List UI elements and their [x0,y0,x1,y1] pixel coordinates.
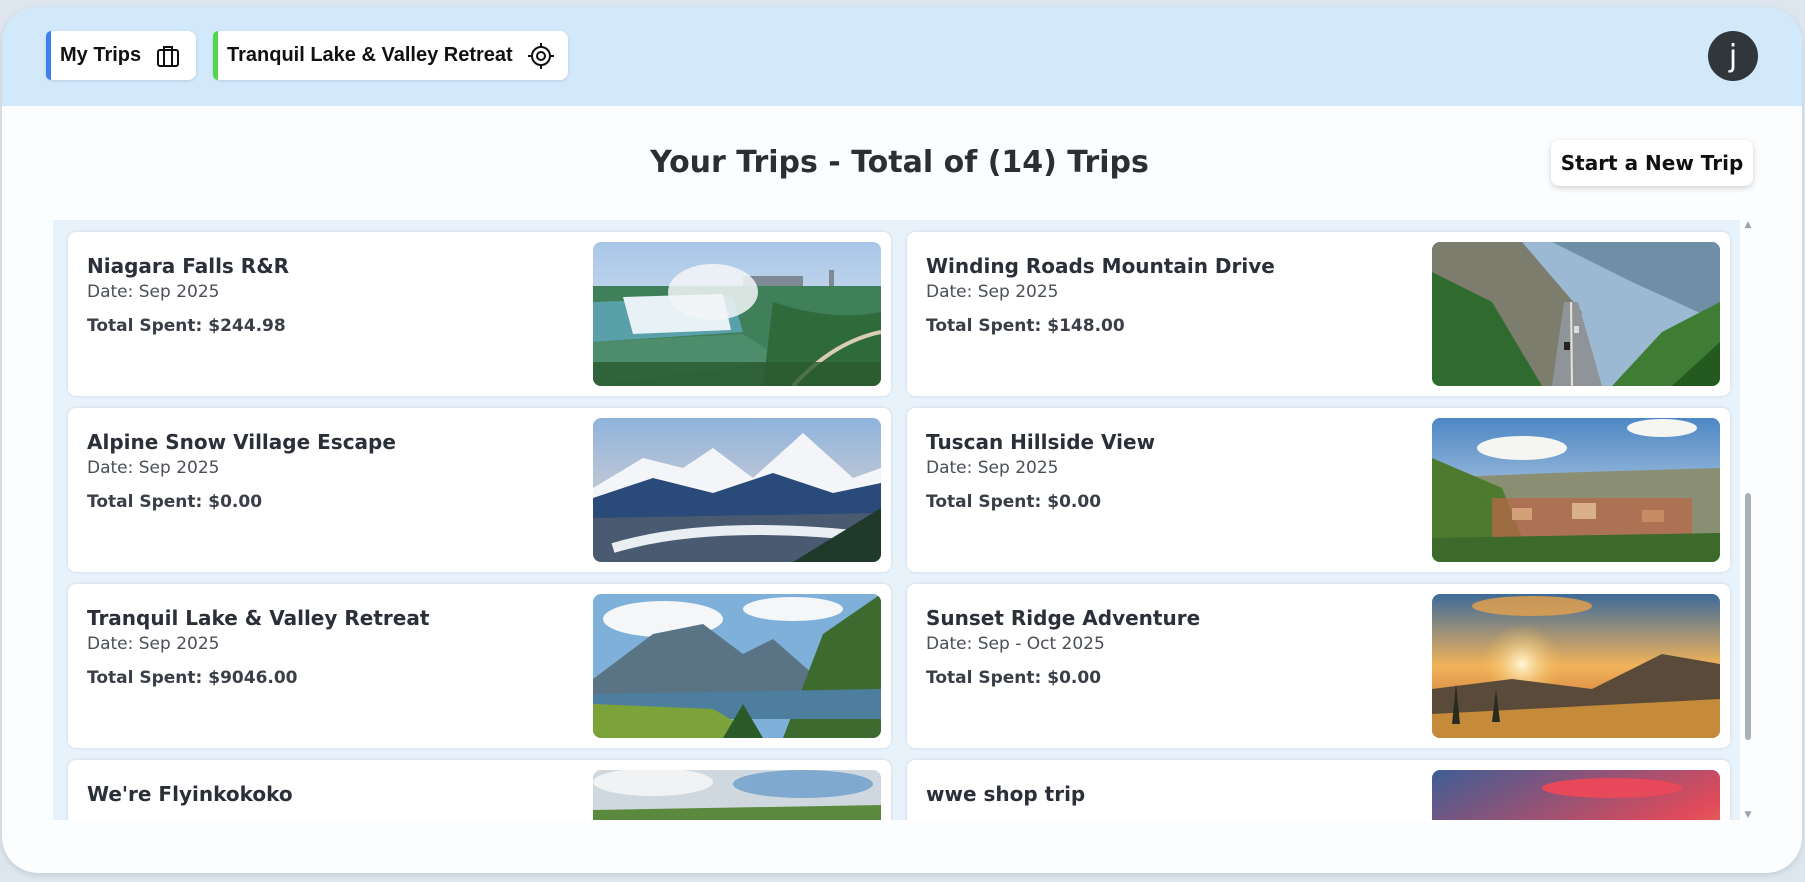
user-avatar[interactable]: j [1708,31,1758,81]
trip-card[interactable]: Tranquil Lake & Valley Retreat Date: Sep… [68,584,891,748]
tab-label: My Trips [60,44,142,66]
trip-total-spent: Total Spent: $0.00 [926,668,1102,688]
trip-card[interactable]: Alpine Snow Village Escape Date: Sep 202… [68,408,891,572]
trip-total-spent: Total Spent: $148.00 [926,316,1125,336]
tab-accent [213,31,218,80]
app-window: My Trips Tranquil Lake & Valley Retreat [2,7,1802,873]
tab-label: Tranquil Lake & Valley Retreat [227,44,513,66]
trip-card[interactable]: Tuscan Hillside View Date: Sep 2025 Tota… [907,408,1730,572]
alpine-village-photo [593,418,881,562]
trip-title: Niagara Falls R&R [87,254,290,278]
mountain-road-photo [1432,242,1720,386]
tab-accent [46,31,51,80]
trip-title: Alpine Snow Village Escape [87,430,396,454]
scroll-up-arrow-icon[interactable]: ▲ [1742,220,1754,230]
trip-title: Winding Roads Mountain Drive [926,254,1275,278]
trip-title: Tranquil Lake & Valley Retreat [87,606,430,630]
pink-sky-photo [1432,770,1720,820]
target-icon [527,42,555,70]
cloudy-hills-photo [593,770,881,820]
scroll-down-arrow-icon[interactable]: ▼ [1742,810,1754,820]
top-bar: My Trips Tranquil Lake & Valley Retreat [2,7,1802,106]
lake-valley-photo [593,594,881,738]
trip-list[interactable]: Niagara Falls R&R Date: Sep 2025 Total S… [53,220,1740,820]
trip-card[interactable]: We're Flyinkokoko [68,760,891,820]
trip-date: Date: Sep 2025 [87,282,220,302]
start-new-trip-button[interactable]: Start a New Trip [1551,140,1753,186]
trip-date: Date: Sep 2025 [926,282,1059,302]
trip-total-spent: Total Spent: $9046.00 [87,668,298,688]
tab-my-trips[interactable]: My Trips [46,31,196,80]
trip-card[interactable]: Sunset Ridge Adventure Date: Sep - Oct 2… [907,584,1730,748]
trip-date: Date: Sep 2025 [87,458,220,478]
trip-date: Date: Sep 2025 [87,634,220,654]
trip-date: Date: Sep 2025 [926,458,1059,478]
trip-date: Date: Sep - Oct 2025 [926,634,1105,654]
trip-title: Tuscan Hillside View [926,430,1156,454]
trip-card[interactable]: wwe shop trip [907,760,1730,820]
briefcase-icon [155,43,181,69]
tuscan-town-photo [1432,418,1720,562]
trip-total-spent: Total Spent: $244.98 [87,316,286,336]
trip-card[interactable]: Niagara Falls R&R Date: Sep 2025 Total S… [68,232,891,396]
scrollbar-thumb[interactable] [1745,493,1751,740]
trip-card[interactable]: Winding Roads Mountain Drive Date: Sep 2… [907,232,1730,396]
trip-total-spent: Total Spent: $0.00 [926,492,1102,512]
trip-title: wwe shop trip [926,782,1086,806]
trip-total-spent: Total Spent: $0.00 [87,492,263,512]
trip-list-scrollbar[interactable]: ▲ ▼ [1742,220,1754,820]
sunset-ridge-photo [1432,594,1720,738]
tab-current-trip[interactable]: Tranquil Lake & Valley Retreat [213,31,568,80]
page-title: Your Trips - Total of (14) Trips [650,145,1149,180]
waterfall-photo [593,242,881,386]
trip-title: Sunset Ridge Adventure [926,606,1201,630]
trip-title: We're Flyinkokoko [87,782,293,806]
